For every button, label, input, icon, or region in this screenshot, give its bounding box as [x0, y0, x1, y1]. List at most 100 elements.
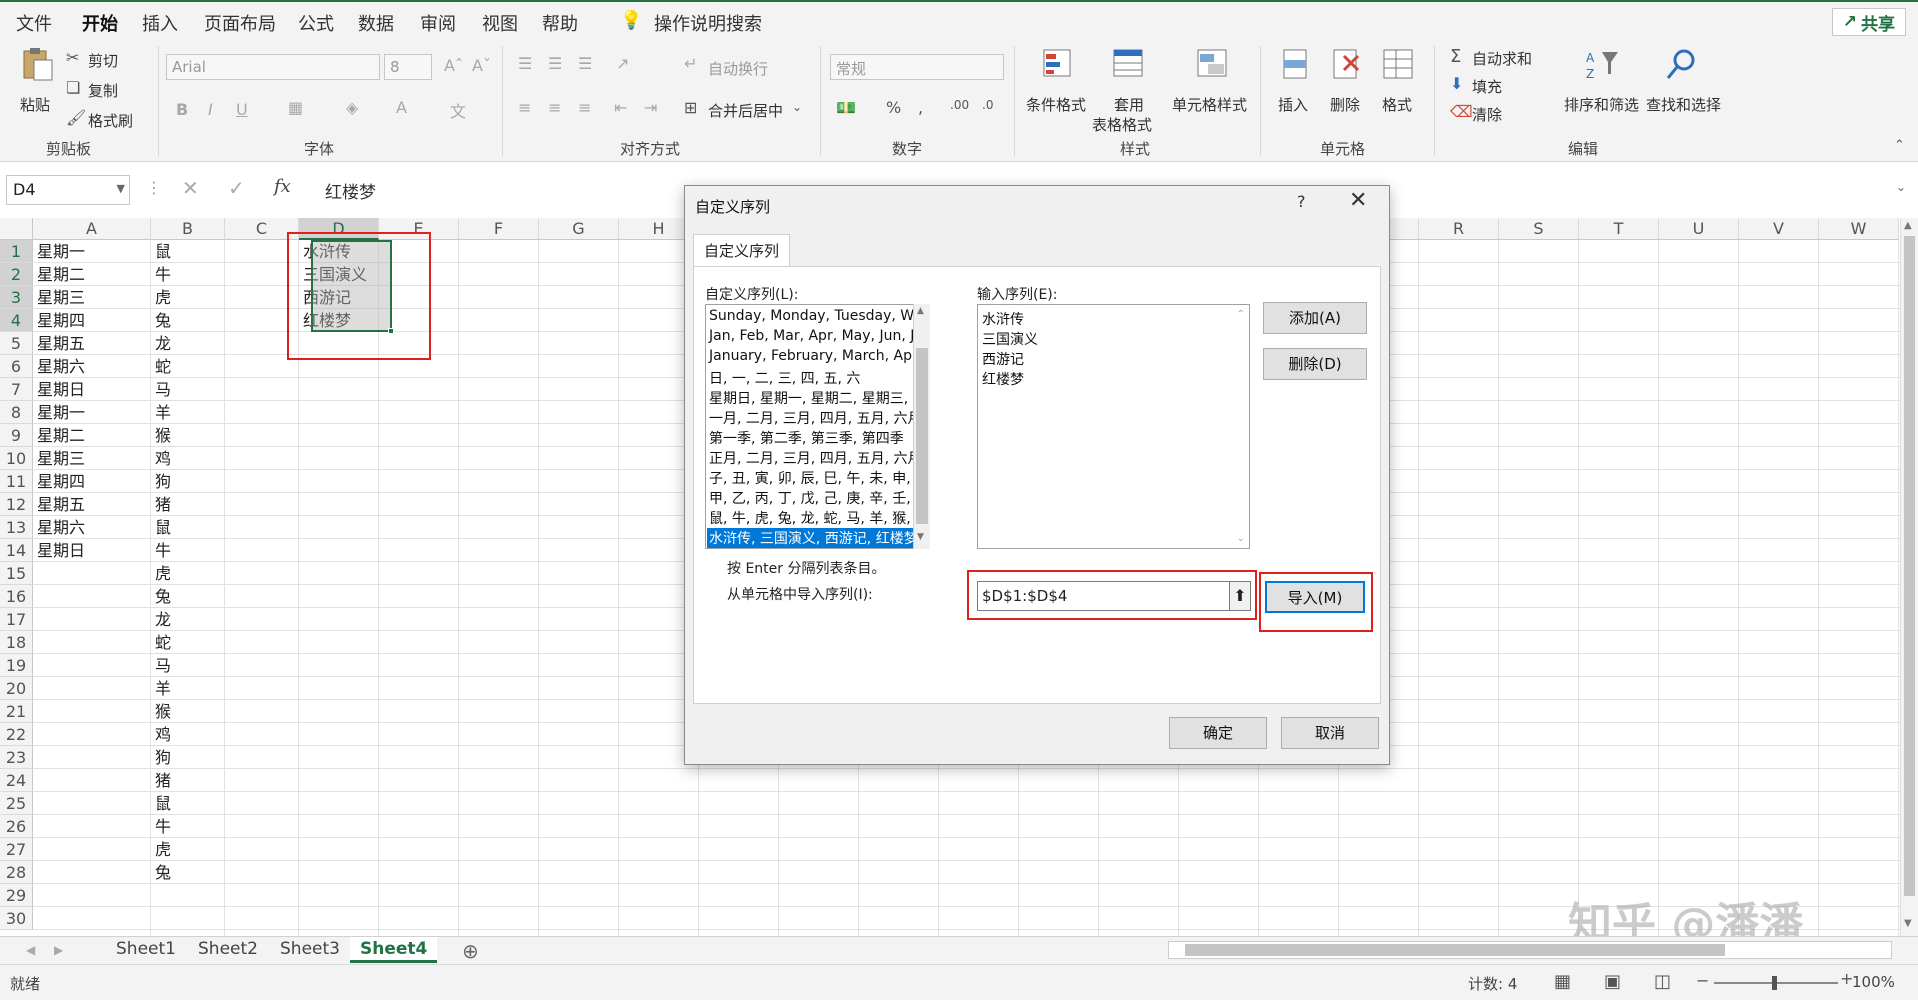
select-all-corner[interactable] — [0, 218, 33, 240]
autosum-icon[interactable]: Σ — [1450, 46, 1461, 67]
list-item[interactable]: 甲, 乙, 丙, 丁, 戊, 己, 庚, 辛, 壬, 癸 — [709, 488, 919, 508]
scroll-down-icon[interactable]: ⌄ — [1237, 533, 1245, 544]
column-header[interactable]: S — [1499, 218, 1579, 240]
menu-file[interactable]: 文件 — [16, 10, 52, 36]
cell[interactable]: 星期五 — [33, 493, 151, 516]
row-header[interactable]: 9 — [0, 424, 33, 447]
cell[interactable]: 狗 — [151, 470, 225, 493]
borders-icon[interactable]: ▦ — [288, 98, 303, 117]
menu-view[interactable]: 视图 — [482, 10, 518, 36]
cell[interactable]: 鼠 — [151, 516, 225, 539]
row-header[interactable]: 8 — [0, 401, 33, 424]
collapse-ribbon-icon[interactable]: ⌃ — [1894, 138, 1905, 153]
merge-center-icon[interactable]: ⊞ — [684, 98, 697, 117]
sheet-tab-1[interactable]: Sheet1 — [106, 937, 186, 963]
cell[interactable]: 蛇 — [151, 355, 225, 378]
cell[interactable]: 鼠 — [151, 792, 225, 815]
custom-lists-listbox[interactable]: Sunday, Monday, Tuesday, Wednesday, Thur… — [705, 304, 920, 549]
tab-custom-lists[interactable]: 自定义序列 — [693, 234, 791, 266]
cell[interactable]: 星期三 — [33, 447, 151, 470]
scroll-up-icon[interactable]: ▲ — [917, 306, 924, 316]
copy-label[interactable]: 复制 — [88, 80, 118, 101]
increase-decimal-icon[interactable]: .00 — [950, 98, 969, 112]
cell[interactable]: 星期二 — [33, 263, 151, 286]
list-item[interactable]: 日, 一, 二, 三, 四, 五, 六 — [709, 368, 860, 388]
zoom-slider-thumb[interactable] — [1772, 976, 1777, 990]
tab-scroll-right-icon[interactable]: ▶ — [54, 943, 63, 957]
listbox-scroll-thumb[interactable] — [916, 348, 928, 524]
list-item[interactable]: January, February, March, April, May, Ju… — [709, 348, 919, 368]
list-item[interactable]: 一月, 二月, 三月, 四月, 五月, 六月, 七月 — [709, 408, 919, 428]
share-button[interactable]: ↗ 共享 — [1831, 8, 1906, 36]
row-header[interactable]: 10 — [0, 447, 33, 470]
cell[interactable]: 虎 — [151, 838, 225, 861]
cell[interactable]: 龙 — [151, 608, 225, 631]
row-header[interactable]: 7 — [0, 378, 33, 401]
cell[interactable]: 牛 — [151, 539, 225, 562]
wrap-text-label[interactable]: 自动换行 — [708, 58, 768, 79]
menu-home[interactable]: 开始 — [82, 10, 118, 44]
list-item[interactable]: 第一季, 第二季, 第三季, 第四季 — [709, 428, 904, 448]
cell[interactable]: 虎 — [151, 286, 225, 309]
fill-label[interactable]: 填充 — [1472, 76, 1502, 97]
cell[interactable]: 猪 — [151, 493, 225, 516]
add-button[interactable]: 添加(A) — [1263, 302, 1367, 334]
list-item[interactable]: 正月, 二月, 三月, 四月, 五月, 六月, 七月 — [709, 448, 919, 468]
italic-icon[interactable]: I — [208, 100, 213, 119]
row-header[interactable]: 22 — [0, 723, 33, 746]
align-bottom-icon[interactable]: ☰ — [578, 54, 592, 73]
cell[interactable]: 星期四 — [33, 470, 151, 493]
align-right-icon[interactable]: ≡ — [578, 98, 591, 117]
tell-me-search[interactable]: 操作说明搜索 — [654, 10, 762, 36]
row-header[interactable]: 30 — [0, 907, 33, 930]
sheet-tab-4[interactable]: Sheet4 — [350, 937, 438, 963]
cell[interactable]: 星期六 — [33, 355, 151, 378]
menu-help[interactable]: 帮助 — [542, 10, 578, 36]
row-header[interactable]: 5 — [0, 332, 33, 355]
cell[interactable]: 蛇 — [151, 631, 225, 654]
row-header[interactable]: 17 — [0, 608, 33, 631]
phonetic-icon[interactable]: 文 — [450, 98, 466, 122]
page-layout-view-icon[interactable]: ▣ — [1604, 971, 1621, 992]
cell[interactable]: 兔 — [151, 585, 225, 608]
scroll-thumb[interactable] — [1904, 236, 1915, 896]
page-break-view-icon[interactable]: ◫ — [1654, 971, 1671, 992]
increase-indent-icon[interactable]: ⇥ — [644, 98, 657, 117]
cell[interactable]: 鼠 — [151, 240, 225, 263]
lightbulb-icon[interactable]: 💡 — [620, 10, 642, 31]
vertical-scrollbar[interactable]: ▲ ▼ — [1900, 218, 1918, 936]
format-painter-icon[interactable]: 🖌 — [66, 108, 86, 127]
percent-icon[interactable]: % — [886, 98, 901, 117]
list-item[interactable]: Jan, Feb, Mar, Apr, May, Jun, Jul, Aug, … — [709, 328, 919, 348]
row-header[interactable]: 25 — [0, 792, 33, 815]
column-header[interactable]: B — [151, 218, 225, 240]
tab-scroll-left-icon[interactable]: ◀ — [26, 943, 35, 957]
menu-page-layout[interactable]: 页面布局 — [204, 10, 276, 36]
close-icon[interactable]: ✕ — [1349, 188, 1367, 213]
format-painter-label[interactable]: 格式刷 — [88, 110, 133, 131]
cancel-icon[interactable]: ✕ — [182, 176, 199, 200]
row-header[interactable]: 29 — [0, 884, 33, 907]
column-header[interactable]: F — [459, 218, 539, 240]
cell[interactable]: 羊 — [151, 401, 225, 424]
row-header[interactable]: 19 — [0, 654, 33, 677]
scroll-down-icon[interactable]: ▼ — [1904, 918, 1912, 929]
cell[interactable]: 马 — [151, 654, 225, 677]
number-format-box[interactable]: 常规 — [830, 54, 1004, 80]
cell-styles-button[interactable]: 单元格样式 — [1170, 46, 1254, 136]
row-header[interactable]: 18 — [0, 631, 33, 654]
sheet-tab-3[interactable]: Sheet3 — [270, 937, 350, 963]
name-box[interactable]: D4 ▼ — [6, 175, 130, 205]
font-name-box[interactable]: Arial — [166, 54, 380, 80]
menu-insert[interactable]: 插入 — [142, 10, 178, 36]
row-header[interactable]: 15 — [0, 562, 33, 585]
wrap-text-icon[interactable]: ↵ — [684, 54, 697, 73]
delete-cells-button[interactable]: 删除 — [1322, 46, 1370, 136]
cell[interactable]: 星期日 — [33, 539, 151, 562]
help-button[interactable]: ? — [1297, 192, 1306, 211]
find-select-button[interactable]: 查找和选择 — [1642, 46, 1726, 136]
cell[interactable]: 星期六 — [33, 516, 151, 539]
cell[interactable]: 兔 — [151, 861, 225, 884]
row-header[interactable]: 3 — [0, 286, 33, 309]
clear-label[interactable]: 清除 — [1472, 104, 1502, 125]
